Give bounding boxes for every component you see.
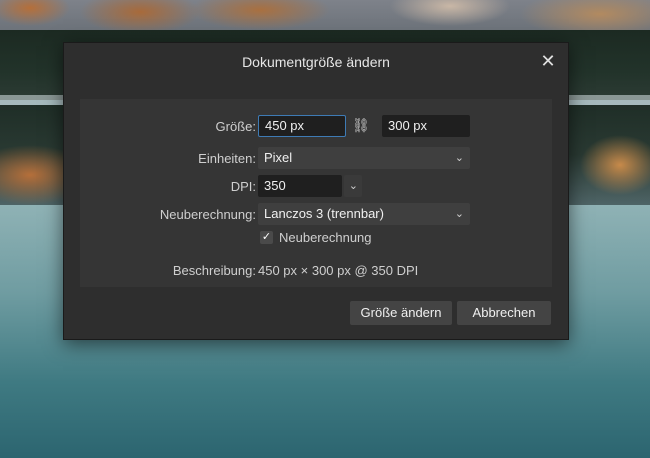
resize-button[interactable]: Größe ändern [350,301,452,325]
units-label: Einheiten: [198,151,256,166]
dpi-dropdown-button[interactable]: ⌄ [344,175,362,197]
dialog-title: Dokumentgröße ändern [242,54,390,70]
resample-checkbox-label: Neuberechnung [279,230,372,245]
description-label: Beschreibung: [172,263,256,278]
width-input[interactable]: 450 px [258,115,346,137]
dialog-titlebar: Dokumentgröße ändern ✕ [64,43,568,81]
chevron-down-icon: ⌄ [454,208,464,220]
chevron-down-icon: ⌄ [348,180,358,192]
units-value: Pixel [264,150,293,165]
resize-document-dialog: Dokumentgröße ändern ✕ Größe: 450 px ⛓ 3… [63,42,569,340]
dpi-label: DPI: [230,179,256,194]
resample-select[interactable]: Lanczos 3 (trennbar) ⌄ [258,203,470,225]
description-value: 450 px × 300 px @ 350 DPI [258,263,419,278]
settings-panel: Größe: 450 px ⛓ 300 px Einheiten: Pixel … [80,99,552,287]
height-input[interactable]: 300 px [382,115,470,137]
chain-link-icon[interactable]: ⛓ [352,117,370,134]
size-label: Größe: [215,119,256,134]
dpi-input[interactable]: 350 [258,175,342,197]
units-select[interactable]: Pixel ⌄ [258,147,470,169]
cancel-button[interactable]: Abbrechen [457,301,551,325]
chevron-down-icon: ⌄ [454,152,464,164]
close-icon[interactable]: ✕ [538,51,558,71]
resample-value: Lanczos 3 (trennbar) [264,206,384,221]
resample-label: Neuberechnung: [159,207,256,222]
resample-checkbox[interactable]: ✓ [260,231,273,244]
